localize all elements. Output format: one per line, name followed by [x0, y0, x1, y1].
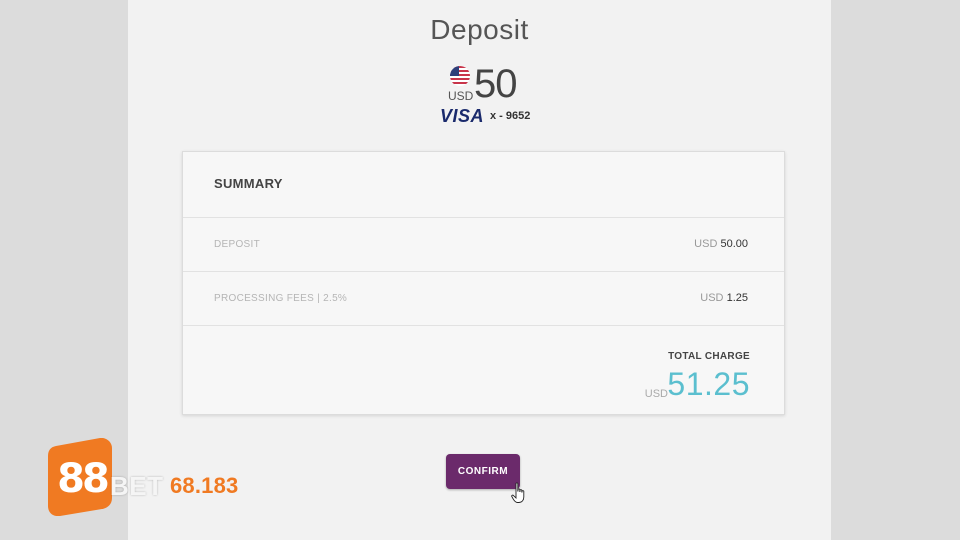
row-amount: 50.00 — [720, 238, 748, 250]
summary-heading: SUMMARY — [214, 176, 283, 191]
summary-row-deposit: DEPOSIT USD 50.00 — [183, 218, 784, 272]
total-currency: USD — [644, 388, 668, 400]
summary-header: SUMMARY — [183, 152, 784, 218]
hand-pointer-icon — [511, 482, 527, 504]
total-charge-label: TOTAL CHARGE — [668, 351, 750, 362]
deposit-currency: USD — [448, 89, 474, 103]
row-amount: 1.25 — [726, 292, 748, 304]
row-value: USD 1.25 — [700, 292, 748, 304]
watermark-logo: 88 BET 68.183 — [46, 438, 246, 520]
confirm-button[interactable]: CONFIRM — [446, 454, 520, 489]
row-currency: USD — [700, 292, 724, 304]
deposit-amount: USD 50 — [448, 62, 568, 108]
summary-card: SUMMARY DEPOSIT USD 50.00 PROCESSING FEE… — [182, 151, 785, 415]
logo-bet-text: BET — [110, 471, 164, 501]
us-flag-icon — [450, 66, 470, 86]
row-label: PROCESSING FEES | 2.5% — [214, 293, 348, 304]
row-currency: USD — [694, 238, 718, 250]
total-charge: TOTAL CHARGE USD 51.25 — [183, 326, 784, 416]
visa-logo: VISA — [440, 106, 485, 126]
deposit-amount-value: 50 — [474, 62, 517, 106]
row-value: USD 50.00 — [694, 238, 748, 250]
card-number: x - 9652 — [490, 110, 531, 122]
payment-card: VISA x - 9652 — [440, 106, 560, 126]
logo-88-text: 88 — [57, 456, 110, 502]
row-label: DEPOSIT — [214, 239, 260, 250]
page-title: Deposit — [430, 14, 529, 45]
total-amount: 51.25 — [667, 366, 750, 402]
summary-row-fees: PROCESSING FEES | 2.5% USD 1.25 — [183, 272, 784, 326]
logo-number-text: 68.183 — [170, 473, 239, 498]
